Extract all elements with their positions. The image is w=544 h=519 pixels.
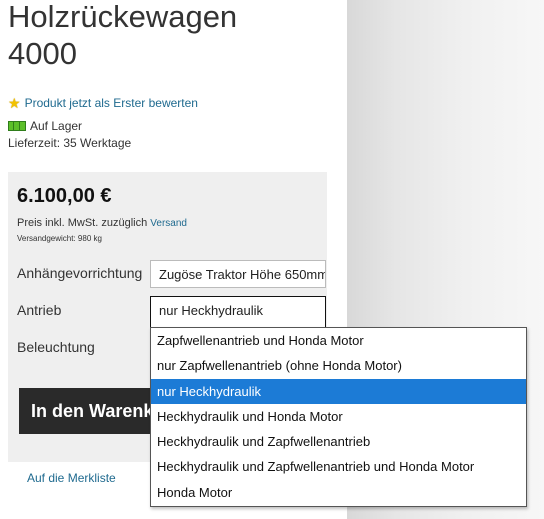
dropdown-option[interactable]: Honda Motor (151, 480, 526, 505)
price-note: Preis inkl. MwSt. zuzüglich Versand (17, 217, 187, 229)
shipping-link[interactable]: Versand (150, 218, 187, 229)
dropdown-option[interactable]: Zapfwellenantrieb und Honda Motor (151, 328, 526, 353)
star-icon: ★ (8, 95, 21, 111)
delivery-time: Lieferzeit: 35 Werktage (8, 136, 132, 150)
title-line-1: Holzrückewagen (8, 0, 238, 34)
dropdown-option[interactable]: nur Heckhydraulik (151, 378, 526, 404)
stock-status: Auf Lager (8, 119, 82, 133)
hitch-label: Anhängevorrichtung (17, 265, 143, 281)
add-to-cart-button[interactable]: In den Warenkorb (19, 388, 151, 434)
dropdown-option[interactable]: Heckhydraulik und Zapfwellenantrieb und … (151, 454, 526, 479)
stock-label: Auf Lager (30, 119, 83, 133)
dropdown-option[interactable]: nur Zapfwellenantrieb (ohne Honda Motor) (151, 353, 526, 378)
drive-label: Antrieb (17, 302, 62, 318)
rate-product-link[interactable]: Produkt jetzt als Erster bewerten (25, 96, 198, 110)
drive-select[interactable]: nur Heckhydraulik (150, 296, 326, 327)
rating-row[interactable]: ★ Produkt jetzt als Erster bewerten (8, 96, 198, 110)
dropdown-option[interactable]: Heckhydraulik und Zapfwellenantrieb (151, 429, 526, 454)
price: 6.100,00 € (17, 185, 112, 207)
wishlist-link[interactable]: Auf die Merkliste (27, 471, 116, 485)
dropdown-option[interactable]: Heckhydraulik und Honda Motor (151, 404, 526, 429)
shipping-weight: Versandgewicht: 980 kg (17, 234, 102, 243)
hitch-select[interactable]: Zugöse Traktor Höhe 650mm (150, 260, 326, 288)
title-line-2: 4000 (8, 36, 77, 71)
lighting-label: Beleuchtung (17, 339, 95, 355)
page-title: Holzrückewagen 4000 (8, 0, 338, 72)
price-note-text: Preis inkl. MwSt. zuzüglich (17, 217, 148, 229)
stock-bar-icon (8, 121, 26, 131)
drive-dropdown-list[interactable]: Zapfwellenantrieb und Honda Motor nur Za… (150, 327, 527, 507)
